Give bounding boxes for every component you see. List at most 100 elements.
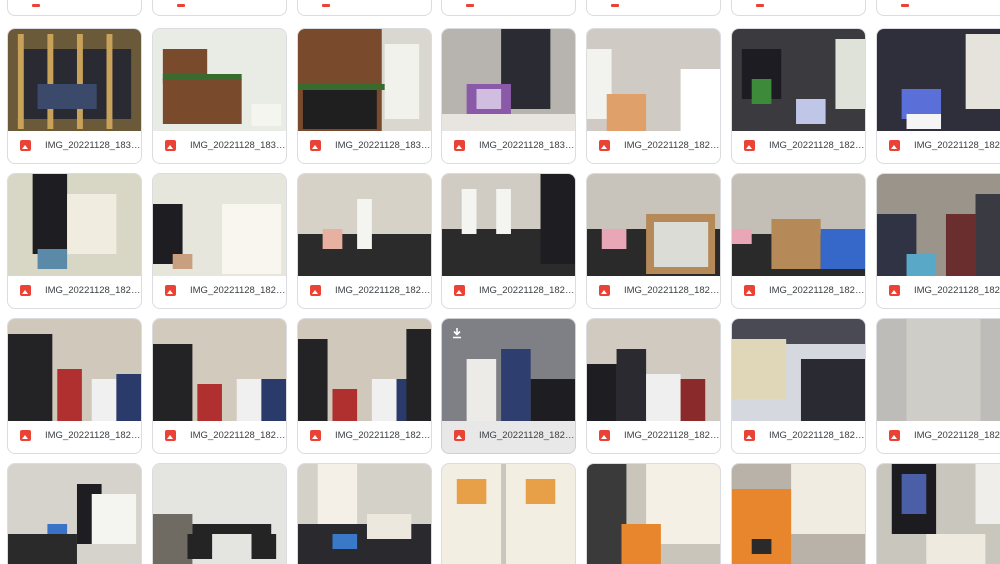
image-thumbnail[interactable] <box>877 319 1000 421</box>
image-file-icon <box>744 284 755 296</box>
image-thumbnail[interactable] <box>442 464 575 564</box>
file-card[interactable]: IMG_20221128_1826... <box>152 318 287 454</box>
image-thumbnail[interactable] <box>298 464 431 564</box>
file-name: IMG_20221128_1833... <box>190 139 286 151</box>
file-card-partial[interactable] <box>876 0 1000 16</box>
file-card-footer: IMG_20221128_1833... <box>153 127 286 163</box>
image-file-icon <box>599 284 610 296</box>
file-card[interactable]: IMG_20221128_1826... <box>731 318 866 454</box>
image-thumbnail[interactable] <box>877 29 1000 131</box>
file-card[interactable] <box>586 463 721 564</box>
image-file-icon <box>756 4 764 7</box>
file-card[interactable]: IMG_20221128_1829... <box>586 28 721 164</box>
image-file-icon <box>165 139 176 151</box>
file-card-partial[interactable] <box>7 0 142 16</box>
file-name: IMG_20221128_1833... <box>45 139 141 151</box>
file-card[interactable]: IMG_20221128_1827... <box>731 173 866 309</box>
file-card-footer: IMG_20221128_1827... <box>877 272 1000 308</box>
file-card[interactable]: IMG_20221128_1827... <box>297 173 432 309</box>
file-card-footer: IMG_20221128_1827... <box>587 272 720 308</box>
file-card[interactable]: IMG_20221128_1826... <box>876 318 1000 454</box>
image-thumbnail[interactable] <box>442 29 575 131</box>
file-card[interactable] <box>876 463 1000 564</box>
file-card-partial[interactable] <box>586 0 721 16</box>
file-card[interactable]: IMG_20221128_1826... <box>7 318 142 454</box>
image-thumbnail[interactable] <box>153 174 286 276</box>
file-card[interactable] <box>152 463 287 564</box>
file-card-footer: IMG_20221128_1833... <box>8 127 141 163</box>
file-name: IMG_20221128_1826... <box>479 429 575 441</box>
file-card[interactable] <box>297 463 432 564</box>
file-card-partial[interactable] <box>441 0 576 16</box>
file-card-footer: IMG_20221128_1827... <box>732 272 865 308</box>
image-file-icon <box>165 284 176 296</box>
file-name: IMG_20221128_1829... <box>624 139 720 151</box>
file-name: IMG_20221128_1826... <box>45 429 141 441</box>
file-card-partial[interactable] <box>731 0 866 16</box>
image-thumbnail[interactable] <box>298 29 431 131</box>
file-card-footer: IMG_20221128_1828... <box>8 272 141 308</box>
image-thumbnail[interactable] <box>732 464 865 564</box>
file-card-footer: IMG_20221128_1826... <box>442 417 575 453</box>
file-card-footer: IMG_20221128_1826... <box>153 417 286 453</box>
file-card[interactable] <box>731 463 866 564</box>
file-name: IMG_20221128_1826... <box>914 429 1000 441</box>
image-thumbnail[interactable] <box>298 319 431 421</box>
image-thumbnail[interactable] <box>298 174 431 276</box>
image-thumbnail[interactable] <box>587 319 720 421</box>
image-thumbnail[interactable] <box>8 29 141 131</box>
file-card[interactable]: IMG_20221128_1826... <box>297 318 432 454</box>
image-file-icon <box>889 139 900 151</box>
image-thumbnail[interactable] <box>732 174 865 276</box>
file-card[interactable] <box>7 463 142 564</box>
file-card[interactable]: IMG_20221128_1828... <box>152 173 287 309</box>
file-card-partial[interactable] <box>152 0 287 16</box>
file-card[interactable]: IMG_20221128_1827... <box>876 173 1000 309</box>
file-name: IMG_20221128_1827... <box>769 284 865 296</box>
image-thumbnail[interactable] <box>153 464 286 564</box>
image-file-icon <box>744 139 755 151</box>
image-thumbnail[interactable] <box>153 29 286 131</box>
file-card[interactable]: IMG_20221128_1828... <box>731 28 866 164</box>
file-name: IMG_20221128_1827... <box>914 284 1000 296</box>
image-thumbnail[interactable] <box>153 319 286 421</box>
image-file-icon <box>310 139 321 151</box>
image-thumbnail[interactable] <box>8 319 141 421</box>
file-card-footer: IMG_20221128_1826... <box>8 417 141 453</box>
file-name: IMG_20221128_1827... <box>479 284 575 296</box>
image-file-icon <box>310 429 321 441</box>
file-card[interactable]: IMG_20221128_1833... <box>7 28 142 164</box>
image-thumbnail[interactable] <box>877 174 1000 276</box>
image-file-icon <box>744 429 755 441</box>
image-thumbnail[interactable] <box>732 319 865 421</box>
file-card[interactable]: IMG_20221128_1827... <box>441 173 576 309</box>
image-thumbnail[interactable] <box>732 29 865 131</box>
file-card-footer: IMG_20221128_1828... <box>153 272 286 308</box>
file-card[interactable] <box>441 463 576 564</box>
image-thumbnail[interactable] <box>587 464 720 564</box>
file-card-footer: IMG_20221128_1826... <box>877 417 1000 453</box>
file-card[interactable]: IMG_20221128_1827... <box>586 173 721 309</box>
image-thumbnail[interactable] <box>8 174 141 276</box>
file-card[interactable]: IMG_20221128_1826... <box>441 318 576 454</box>
image-thumbnail[interactable] <box>877 464 1000 564</box>
file-card[interactable]: IMG_20221128_1828... <box>7 173 142 309</box>
file-card[interactable]: IMG_20221128_1826... <box>586 318 721 454</box>
file-card[interactable]: IMG_20221128_1833... <box>152 28 287 164</box>
file-card-partial[interactable] <box>297 0 432 16</box>
image-thumbnail[interactable] <box>8 464 141 564</box>
image-file-icon <box>454 139 465 151</box>
file-card[interactable]: IMG_20221128_1828... <box>876 28 1000 164</box>
file-card[interactable]: IMG_20221128_1833... <box>297 28 432 164</box>
image-thumbnail[interactable] <box>587 174 720 276</box>
file-card-footer: IMG_20221128_1826... <box>732 417 865 453</box>
file-card[interactable]: IMG_20221128_1832... <box>441 28 576 164</box>
image-thumbnail[interactable] <box>442 174 575 276</box>
file-grid: IMG_20221128_1833... IMG_20221128_1833...… <box>0 0 1000 564</box>
file-card-footer: IMG_20221128_1832... <box>442 127 575 163</box>
image-file-icon <box>901 4 909 7</box>
image-file-icon <box>20 284 31 296</box>
image-thumbnail[interactable] <box>587 29 720 131</box>
download-icon[interactable] <box>451 327 463 339</box>
file-card-footer: IMG_20221128_1826... <box>298 417 431 453</box>
